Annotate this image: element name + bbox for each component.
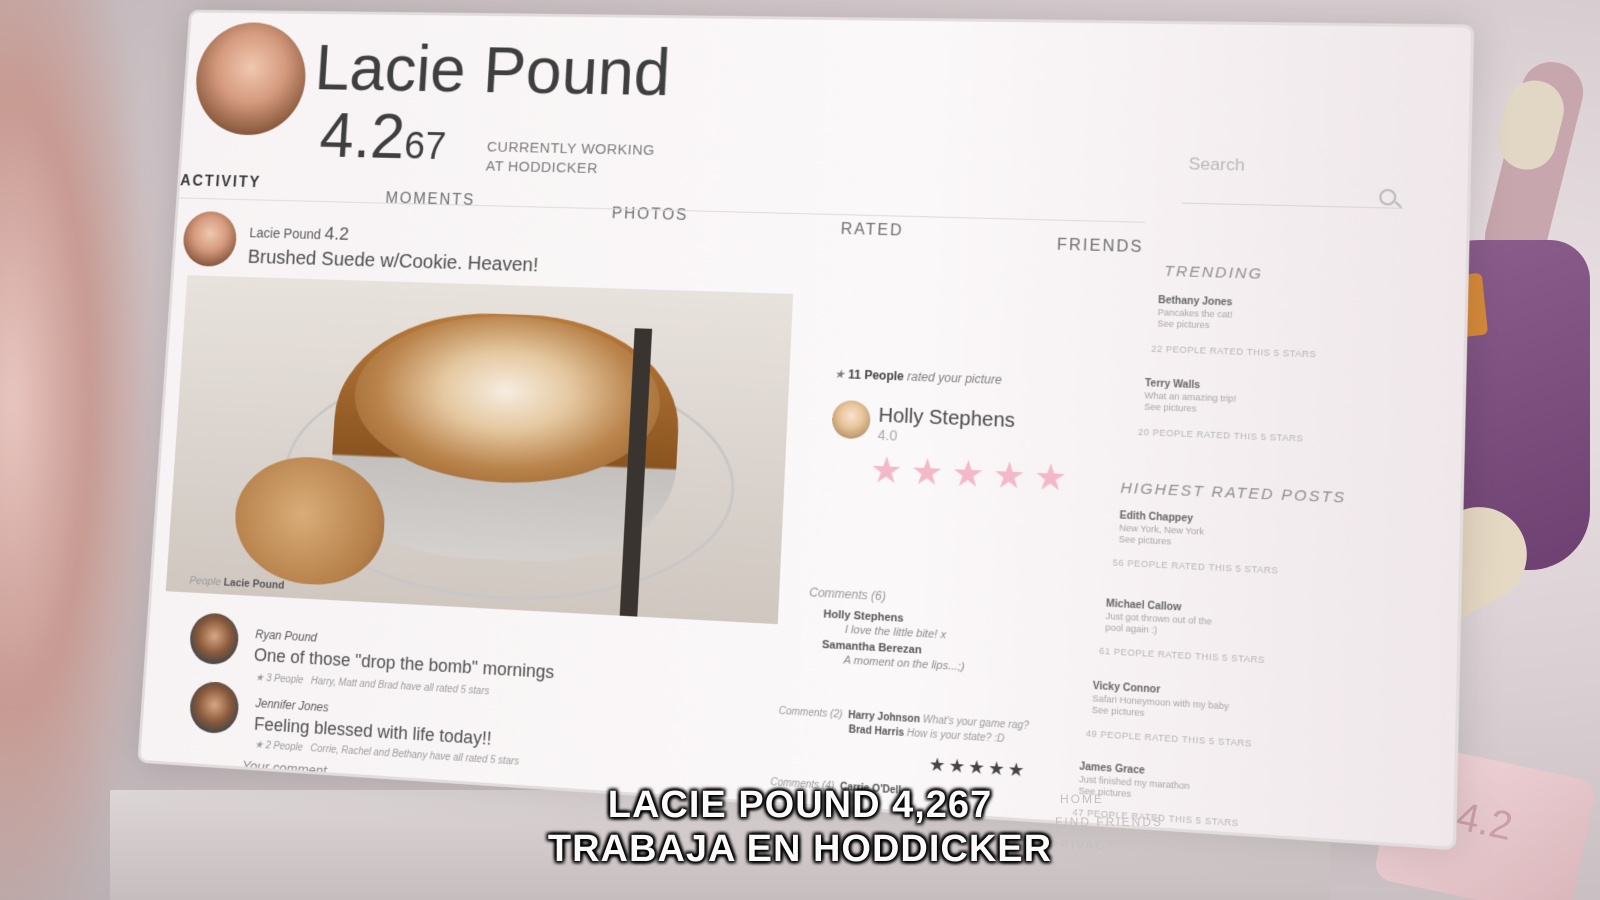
feed-avatar[interactable] [188, 612, 239, 665]
profile-avatar[interactable] [193, 22, 309, 136]
trending-item-count: 20 PEOPLE RATED THIS 5 STARS [1138, 427, 1304, 444]
highest-item-sub: New York, New York See pictures [1119, 523, 1205, 550]
highest-item-sub: Just got thrown out of the pool again :) [1105, 611, 1212, 639]
post-author[interactable]: Lacie Pound 4.2 [249, 222, 350, 246]
rated-count: ★ 11 People rated your picture [834, 367, 1002, 387]
star-icon: ★ [254, 740, 263, 751]
profile-job: CURRENTLY WORKING AT HODDICKER [485, 138, 678, 181]
comment-text: A moment on the lips...;) [843, 654, 964, 673]
rating-stars[interactable]: ★★★★★ [869, 449, 1076, 500]
comment-text: I love the little bite! x [845, 624, 947, 642]
trending-item-sub: What an amazing trip! See pictures [1144, 390, 1236, 416]
rater-name[interactable]: Holly Stephens [878, 405, 1015, 434]
tab-activity[interactable]: ACTIVITY [180, 173, 262, 192]
highest-item-count: 49 PEOPLE RATED THIS 5 STARS [1086, 728, 1252, 748]
monitor-screen: Lacie Pound 4.267 CURRENTLY WORKING AT H… [137, 10, 1474, 851]
rating-stars[interactable]: ★★★★★ [928, 754, 1028, 782]
highest-item-sub: Safari Honeymoon with my baby See pictur… [1092, 693, 1230, 724]
star-icon: ★ [255, 673, 264, 684]
feed-avatar[interactable] [188, 681, 240, 735]
tab-rated[interactable]: RATED [840, 221, 904, 240]
post-photo[interactable] [166, 275, 793, 624]
tab-friends[interactable]: FRIENDS [1057, 237, 1144, 257]
trending-item-sub: Pancakes the cat! See pictures [1157, 307, 1232, 332]
trending-item-name[interactable]: Terry Walls [1145, 378, 1201, 391]
trending-item-count: 22 PEOPLE RATED THIS 5 STARS [1151, 344, 1316, 360]
blurred-foreground-person [0, 0, 150, 900]
trending-item-name[interactable]: Bethany Jones [1158, 295, 1233, 308]
subtitle-line-1: LACIE POUND 4,267 [0, 784, 1600, 827]
comment-author[interactable]: Samantha Berezan [822, 639, 922, 657]
profile-score: 4.267 [318, 99, 449, 174]
rater-avatar[interactable] [831, 400, 871, 440]
star-icon: ★ [834, 367, 845, 381]
subtitle-line-2: TRABAJA EN HODDICKER [0, 828, 1600, 871]
comments-count[interactable]: Comments (6) [809, 585, 886, 603]
post-author-avatar[interactable] [182, 211, 238, 267]
search-underline [1182, 203, 1403, 209]
search-input[interactable]: Search [1188, 154, 1245, 175]
highest-item-count: 61 PEOPLE RATED THIS 5 STARS [1099, 646, 1265, 665]
post-caption: Brushed Suede w/Cookie. Heaven! [247, 247, 539, 278]
highest-item-count: 56 PEOPLE RATED THIS 5 STARS [1113, 557, 1279, 575]
feed-author[interactable]: Jennifer Jones [255, 696, 329, 714]
rater-score: 4.0 [877, 427, 897, 444]
comment-author[interactable]: Holly Stephens [823, 608, 904, 624]
feed-author[interactable]: Ryan Pound [255, 627, 318, 644]
tab-moments[interactable]: MOMENTS [385, 190, 476, 209]
search-icon[interactable] [1379, 189, 1396, 206]
highest-rated-heading: HIGHEST RATED POSTS [1120, 479, 1346, 506]
trending-heading: TRENDING [1164, 263, 1263, 283]
